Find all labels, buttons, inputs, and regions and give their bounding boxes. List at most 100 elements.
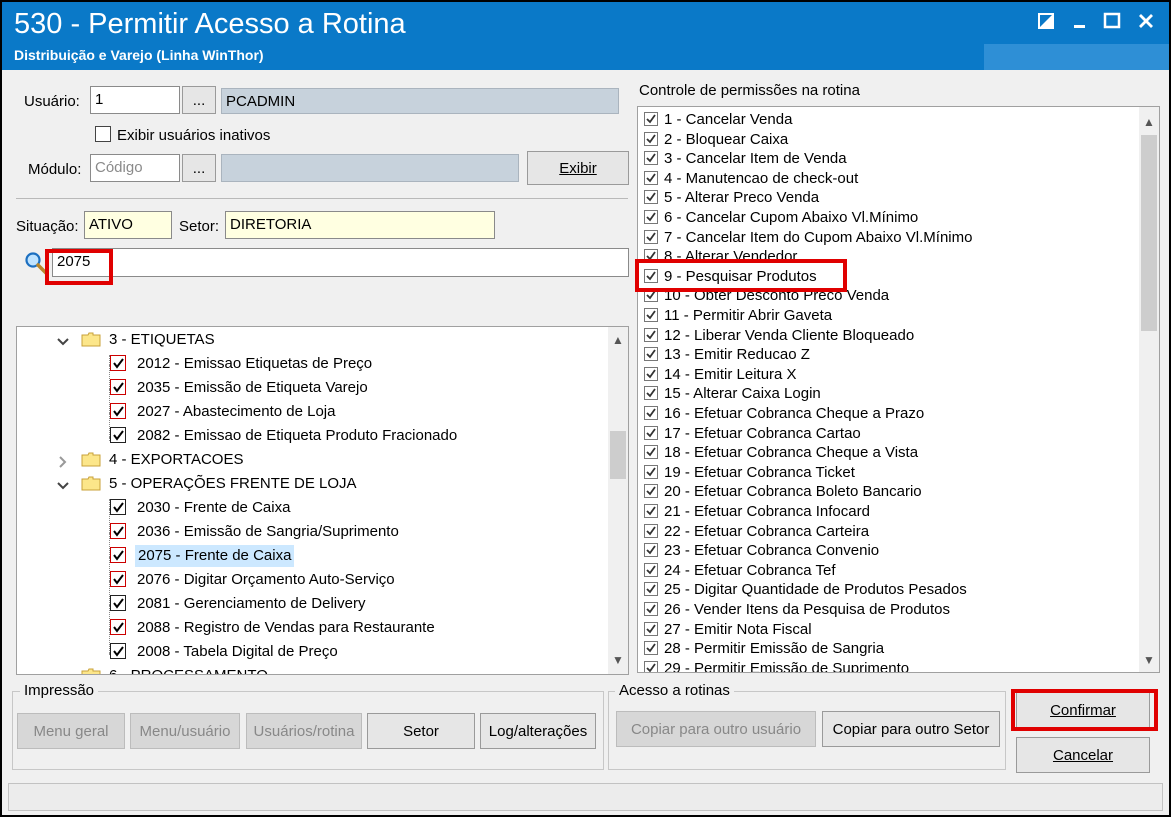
permission-checkbox[interactable] [644,347,658,362]
permissions-list[interactable]: 1 - Cancelar Venda 2 - Bloquear Caixa 3 - … [637,106,1160,673]
scroll-up-icon[interactable]: ▲ [1143,115,1155,129]
permission-checkbox[interactable] [644,445,658,460]
scroll-down-icon[interactable]: ▼ [612,653,624,667]
permission-checkbox[interactable] [644,170,658,185]
tree-item-checkbox[interactable] [110,403,126,419]
permission-checkbox[interactable] [644,562,658,577]
permission-checkbox[interactable] [644,523,658,538]
tree-item-label[interactable]: 2088 - Registro de Vendas para Restauran… [137,617,435,639]
scroll-thumb[interactable] [610,431,626,479]
copy-to-sector-button[interactable]: Copiar para outro Setor [822,711,1000,747]
tree-item-label[interactable]: 2027 - Abastecimento de Loja [137,401,335,423]
tree-scrollbar[interactable]: ▲ ▼ [608,327,628,674]
cancel-button[interactable]: Cancelar [1016,737,1150,773]
permission-checkbox[interactable] [644,249,658,264]
permission-item[interactable]: 26 - Vender Itens da Pesquisa de Produto… [644,600,950,620]
permission-item[interactable]: 4 - Manutencao de check-out [644,169,858,189]
permission-item[interactable]: 6 - Cancelar Cupom Abaixo Vl.Mínimo [644,208,918,228]
permission-item[interactable]: 25 - Digitar Quantidade de Produtos Pesa… [644,580,967,600]
tree-item-checkbox[interactable] [110,595,126,611]
scroll-thumb[interactable] [1141,135,1157,331]
permission-checkbox[interactable] [644,484,658,499]
restore-layout-icon[interactable] [1032,8,1060,34]
permission-checkbox[interactable] [644,504,658,518]
show-button[interactable]: Exibir [527,151,629,185]
usuarios-rotina-button[interactable]: Usuários/rotina [246,713,362,749]
tree-item-checkbox[interactable] [110,619,126,635]
tree-item-checkbox[interactable] [110,643,126,659]
permission-item[interactable]: 1 - Cancelar Venda [644,110,792,130]
permissions-scrollbar[interactable]: ▲ ▼ [1139,107,1159,672]
user-code-field[interactable]: 1 [90,86,180,114]
tree-item-label-selected[interactable]: 2075 - Frente de Caixa [135,545,295,567]
menu-geral-button[interactable]: Menu geral [17,713,125,749]
tree-folder-label[interactable]: 5 - OPERAÇÕES FRENTE DE LOJA [109,473,357,495]
permission-checkbox[interactable] [644,229,658,244]
chevron-right-icon[interactable] [57,456,69,468]
log-alteracoes-button[interactable]: Log/alterações [480,713,596,749]
close-icon[interactable] [1132,8,1160,34]
tree-item-label[interactable]: 2036 - Emissão de Sangria/Suprimento [137,521,399,543]
confirm-button[interactable]: Confirmar [1016,692,1150,728]
permission-checkbox[interactable] [644,602,658,616]
permission-item[interactable]: 23 - Efetuar Cobranca Convenio [644,541,879,561]
permission-item[interactable]: 19 - Efetuar Cobranca Ticket [644,463,855,483]
minimize-icon[interactable] [1066,8,1094,34]
module-lookup-button[interactable]: ... [182,154,216,182]
permission-item[interactable]: 18 - Efetuar Cobranca Cheque a Vista [644,443,918,463]
chevron-down-icon[interactable] [57,480,69,492]
permission-checkbox[interactable] [644,112,658,126]
permission-checkbox[interactable] [644,543,658,558]
permission-item[interactable]: 2 - Bloquear Caixa [644,130,788,150]
permission-item[interactable]: 29 - Permitir Emissão de Suprimento [644,659,909,672]
permission-checkbox[interactable] [644,190,658,205]
permission-item[interactable]: 15 - Alterar Caixa Login [644,384,821,404]
tree-item-label[interactable]: 2030 - Frente de Caixa [137,497,290,519]
permission-checkbox[interactable] [644,621,658,636]
permission-checkbox[interactable] [644,641,658,656]
permission-item[interactable]: 12 - Liberar Venda Cliente Bloqueado [644,326,914,346]
tree-item-checkbox[interactable] [110,547,126,563]
tree-item-checkbox[interactable] [110,355,126,371]
permission-checkbox[interactable] [644,268,658,283]
permission-checkbox[interactable] [644,131,658,146]
permission-item[interactable]: 11 - Permitir Abrir Gaveta [644,306,832,326]
permission-item[interactable]: 21 - Efetuar Cobranca Infocard [644,502,870,522]
permission-checkbox[interactable] [644,151,658,166]
scroll-up-icon[interactable]: ▲ [612,333,624,347]
permission-item[interactable]: 17 - Efetuar Cobranca Cartao [644,424,861,444]
tree-item-checkbox[interactable] [110,427,126,443]
permission-item[interactable]: 9 - Pesquisar Produtos [644,267,817,287]
permission-item[interactable]: 16 - Efetuar Cobranca Cheque a Prazo [644,404,924,424]
module-code-field[interactable]: Código [90,154,180,182]
permission-item[interactable]: 7 - Cancelar Item do Cupom Abaixo Vl.Mín… [644,228,972,248]
tree-folder-label[interactable]: 3 - ETIQUETAS [109,329,215,351]
search-input[interactable]: 2075 [52,248,629,277]
tree-folder-label[interactable]: 4 - EXPORTACOES [109,449,243,471]
tree-item-label[interactable]: 2081 - Gerenciamento de Delivery [137,593,365,615]
permission-item[interactable]: 22 - Efetuar Cobranca Carteira [644,522,869,542]
permission-checkbox[interactable] [644,327,658,342]
permission-checkbox[interactable] [644,308,658,322]
tree-item-label[interactable]: 2076 - Digitar Orçamento Auto-Serviço [137,569,395,591]
setor-button[interactable]: Setor [367,713,475,749]
permission-checkbox[interactable] [644,386,658,401]
permission-checkbox[interactable] [644,582,658,597]
tree-folder-label[interactable]: 6 - PROCESSAMENTO [109,665,268,674]
user-lookup-button[interactable]: ... [182,86,216,114]
tree-item-checkbox[interactable] [110,379,126,395]
permission-item[interactable]: 5 - Alterar Preco Venda [644,188,819,208]
permission-checkbox[interactable] [644,210,658,224]
scroll-down-icon[interactable]: ▼ [1143,653,1155,667]
tree-item-checkbox[interactable] [110,499,126,515]
routine-tree[interactable]: 3 - ETIQUETAS 2012 - Emissao Etiquetas d… [16,326,629,675]
permission-item[interactable]: 24 - Efetuar Cobranca Tef [644,561,836,581]
menu-usuario-button[interactable]: Menu/usuário [130,713,240,749]
permission-item[interactable]: 28 - Permitir Emissão de Sangria [644,639,884,659]
permission-item[interactable]: 20 - Efetuar Cobranca Boleto Bancario [644,482,922,502]
permission-item[interactable]: 14 - Emitir Leitura X [644,365,797,385]
copy-to-user-button[interactable]: Copiar para outro usuário [616,711,816,747]
permission-checkbox[interactable] [644,366,658,381]
permission-item[interactable]: 8 - Alterar Vendedor [644,247,797,267]
permission-item[interactable]: 27 - Emitir Nota Fiscal [644,620,812,640]
